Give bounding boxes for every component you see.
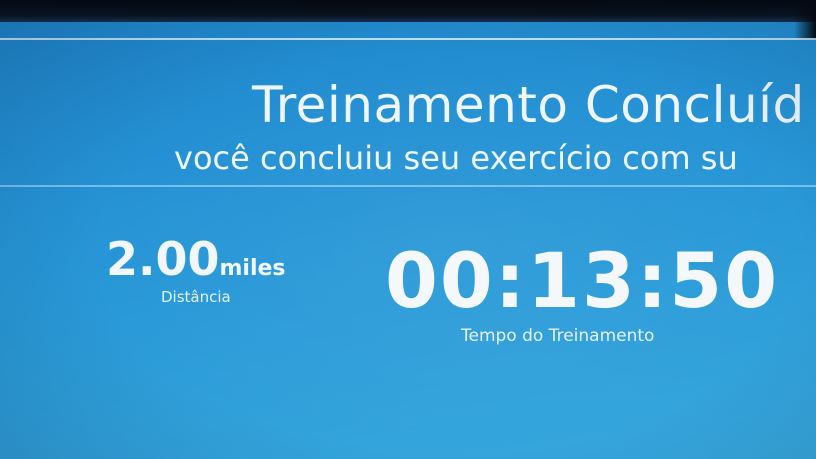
distance-label: Distância <box>161 288 231 306</box>
workout-complete-screen: Treinamento Concluíd você concluiu seu e… <box>0 0 816 459</box>
header-divider <box>0 38 816 40</box>
page-subtitle: você concluiu seu exercício com su <box>174 139 738 177</box>
workout-time-value: 00:13:50 <box>385 236 780 325</box>
monitor-bezel <box>0 0 816 22</box>
distance-readout: 2.00miles <box>106 232 286 286</box>
page-title: Treinamento Concluíd <box>252 76 805 134</box>
content-divider <box>0 185 816 187</box>
workout-time-label: Tempo do Treinamento <box>461 326 655 346</box>
distance-unit: miles <box>219 256 286 281</box>
monitor-bezel-corner <box>794 0 816 40</box>
screen-glare-overlay <box>0 0 816 459</box>
distance-value: 2.00 <box>106 232 220 286</box>
